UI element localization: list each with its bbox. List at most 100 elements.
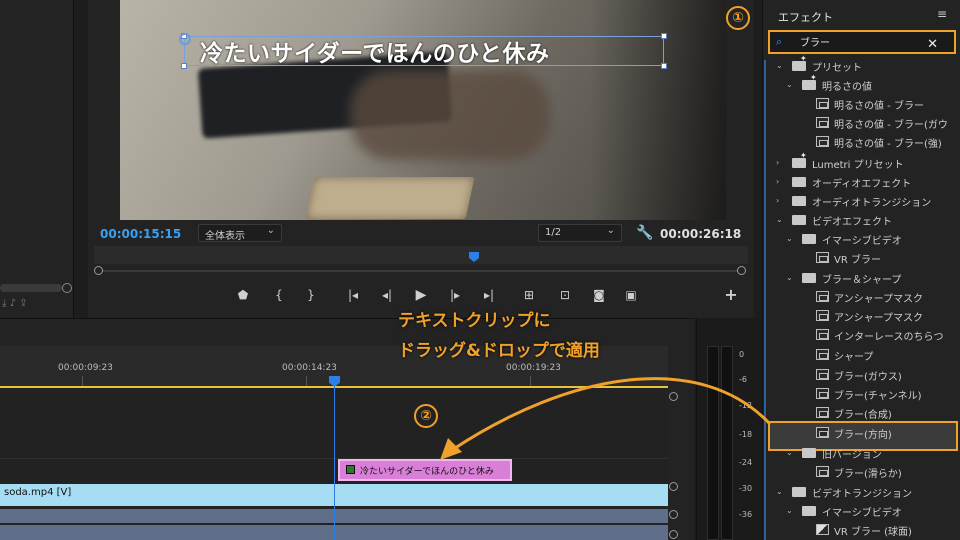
comparison-view-icon[interactable]: ▣ (622, 287, 640, 303)
folder-icon (792, 196, 806, 206)
current-timecode[interactable]: 00:00:15:15 (100, 227, 181, 241)
tree-item-effect[interactable]: 明るさの値 - ブラー (770, 95, 956, 114)
title-overlay-text[interactable]: 冷たいサイダーでほんのひと休み (200, 34, 550, 68)
scroll-handle-right[interactable] (737, 266, 746, 275)
tree-item-effect[interactable]: 明るさの値 - ブラー(強) (770, 133, 956, 152)
tree-item-label: イマーシブビデオ (822, 508, 902, 519)
wrench-icon[interactable]: 🔧 (636, 225, 653, 241)
folder-icon (792, 215, 806, 225)
tree-folder-video-effects[interactable]: ⌄ ビデオエフェクト (770, 211, 956, 230)
chevron-down-icon: ⌄ (786, 506, 793, 515)
step-badge-1: ① (726, 6, 750, 30)
tree-folder-obsolete[interactable]: ⌄ 旧バージョン (770, 444, 956, 463)
mark-in-icon[interactable]: { (270, 287, 288, 303)
scroll-handle-bottom[interactable] (669, 530, 678, 539)
step-back-icon[interactable]: ◂| (378, 287, 396, 303)
go-to-out-icon[interactable]: ▸| (480, 287, 498, 303)
effect-preset-icon (816, 117, 829, 128)
chevron-down-icon: ⌄ (776, 487, 783, 496)
anchor-point-icon[interactable] (179, 33, 191, 45)
tree-item-effect[interactable]: インターレースのちらつ (770, 326, 956, 345)
add-button-icon[interactable]: + (722, 287, 740, 303)
source-toolbar-icons[interactable]: ⤓ ♪ ⇪ (2, 298, 28, 309)
video-preview[interactable] (120, 0, 726, 220)
tree-item-effect[interactable]: ブラー(合成) (770, 404, 956, 423)
tree-item-directional-blur[interactable]: ブラー(方向) (770, 424, 956, 443)
overwrite-icon[interactable]: ⊡ (556, 287, 574, 303)
chevron-right-icon: › (776, 158, 780, 167)
tree-item-effect[interactable]: ブラー(滑らか) (770, 463, 956, 482)
timeline-vertical-scrollbar[interactable] (668, 386, 680, 540)
tree-folder-lumetri[interactable]: › Lumetri プリセット (770, 151, 956, 173)
scroll-handle[interactable] (669, 510, 678, 519)
export-frame-icon[interactable]: ◙ (590, 287, 608, 303)
tree-folder-immersive-transitions[interactable]: ⌄ イマーシブビデオ (770, 502, 956, 521)
transition-icon (816, 524, 829, 535)
effect-icon (816, 252, 829, 263)
tree-item-label: ビデオエフェクト (812, 217, 892, 228)
zoom-level-select[interactable]: 全体表示 ⌄ (198, 224, 282, 242)
folder-icon (792, 487, 806, 497)
tree-folder-blur-sharpen[interactable]: ⌄ ブラー＆シャープ (770, 269, 956, 288)
tree-folder-audio-transitions[interactable]: › オーディオトランジション (770, 192, 956, 211)
tree-item-label: イマーシブビデオ (822, 236, 902, 247)
mark-out-icon[interactable]: } (302, 287, 320, 303)
resize-handle[interactable] (181, 63, 187, 69)
tree-folder-immersive[interactable]: ⌄ イマーシブビデオ (770, 230, 956, 249)
tree-item-effect[interactable]: 明るさの値 - ブラー(ガウ (770, 114, 956, 133)
title-clip[interactable]: 冷たいサイダーでほんのひと休み (338, 459, 512, 481)
tree-item-label: ブラー(方向) (834, 430, 892, 441)
effects-search-box[interactable]: ⌕ ✕ (768, 30, 956, 54)
playback-resolution-select[interactable]: 1/2 ⌄ (538, 224, 622, 242)
step-forward-icon[interactable]: |▸ (446, 287, 464, 303)
resize-handle[interactable] (661, 33, 667, 39)
tree-folder-presets[interactable]: ⌄ プリセット (770, 54, 956, 76)
play-icon[interactable]: ▶ (412, 287, 430, 303)
tree-item-effect[interactable]: シャープ (770, 346, 956, 365)
close-icon[interactable]: ✕ (927, 38, 938, 52)
folder-icon (792, 177, 806, 187)
go-to-in-icon[interactable]: |◂ (344, 287, 362, 303)
effect-icon (816, 349, 829, 360)
tree-item-transition[interactable]: VR ブラー (球面) (770, 521, 956, 540)
tree-item-effect[interactable]: アンシャープマスク (770, 307, 956, 326)
source-scroll-knob[interactable] (62, 283, 72, 293)
insert-icon[interactable]: ⊞ (520, 287, 538, 303)
ruler-tick (530, 376, 531, 386)
tree-folder-brightness[interactable]: ⌄ 明るさの値 (770, 73, 956, 95)
effect-icon (816, 466, 829, 477)
tree-item-effect[interactable]: VR ブラー (770, 249, 956, 268)
scroll-handle[interactable] (669, 482, 678, 491)
effects-search-input[interactable] (800, 36, 920, 47)
tree-item-effect[interactable]: ブラー(チャンネル) (770, 385, 956, 404)
marker-icon[interactable]: ⬟ (234, 287, 252, 303)
step-badge-2: ② (414, 404, 438, 428)
effect-icon (816, 369, 829, 380)
monitor-time-ruler[interactable] (94, 246, 748, 264)
scroll-handle-top[interactable] (669, 392, 678, 401)
preset-folder-icon (792, 151, 807, 168)
effects-panel-title[interactable]: エフェクト (778, 9, 833, 25)
effect-preset-icon (816, 98, 829, 109)
ruler-tick (306, 376, 307, 386)
tree-folder-audio-effects[interactable]: › オーディオエフェクト (770, 173, 956, 192)
panel-menu-icon[interactable]: ≡ (937, 7, 947, 21)
scroll-handle-left[interactable] (94, 266, 103, 275)
tree-item-effect[interactable]: アンシャープマスク (770, 288, 956, 307)
tree-item-label: アンシャープマスク (834, 313, 923, 324)
title-clip-label: 冷たいサイダーでほんのひと休み (360, 467, 494, 477)
tree-item-label: ブラー(合成) (834, 410, 892, 421)
tree-item-label: オーディオトランジション (812, 198, 932, 209)
instruction-line-1: テキストクリップに (398, 311, 551, 331)
timeline-playhead-line[interactable] (334, 386, 335, 540)
folder-icon (802, 506, 816, 516)
tree-item-label: プリセット (812, 63, 862, 74)
tree-item-label: 明るさの値 - ブラー(ガウ (834, 120, 948, 131)
source-scrollbar[interactable] (0, 284, 62, 292)
tree-item-effect[interactable]: ブラー(ガウス) (770, 366, 956, 385)
monitor-zoom-scrollbar[interactable] (96, 270, 746, 272)
resize-handle[interactable] (661, 63, 667, 69)
tree-folder-video-transitions[interactable]: ⌄ ビデオトランジション (770, 483, 956, 502)
tree-item-label: 明るさの値 - ブラー(強) (834, 139, 942, 150)
preset-folder-icon (802, 73, 817, 90)
